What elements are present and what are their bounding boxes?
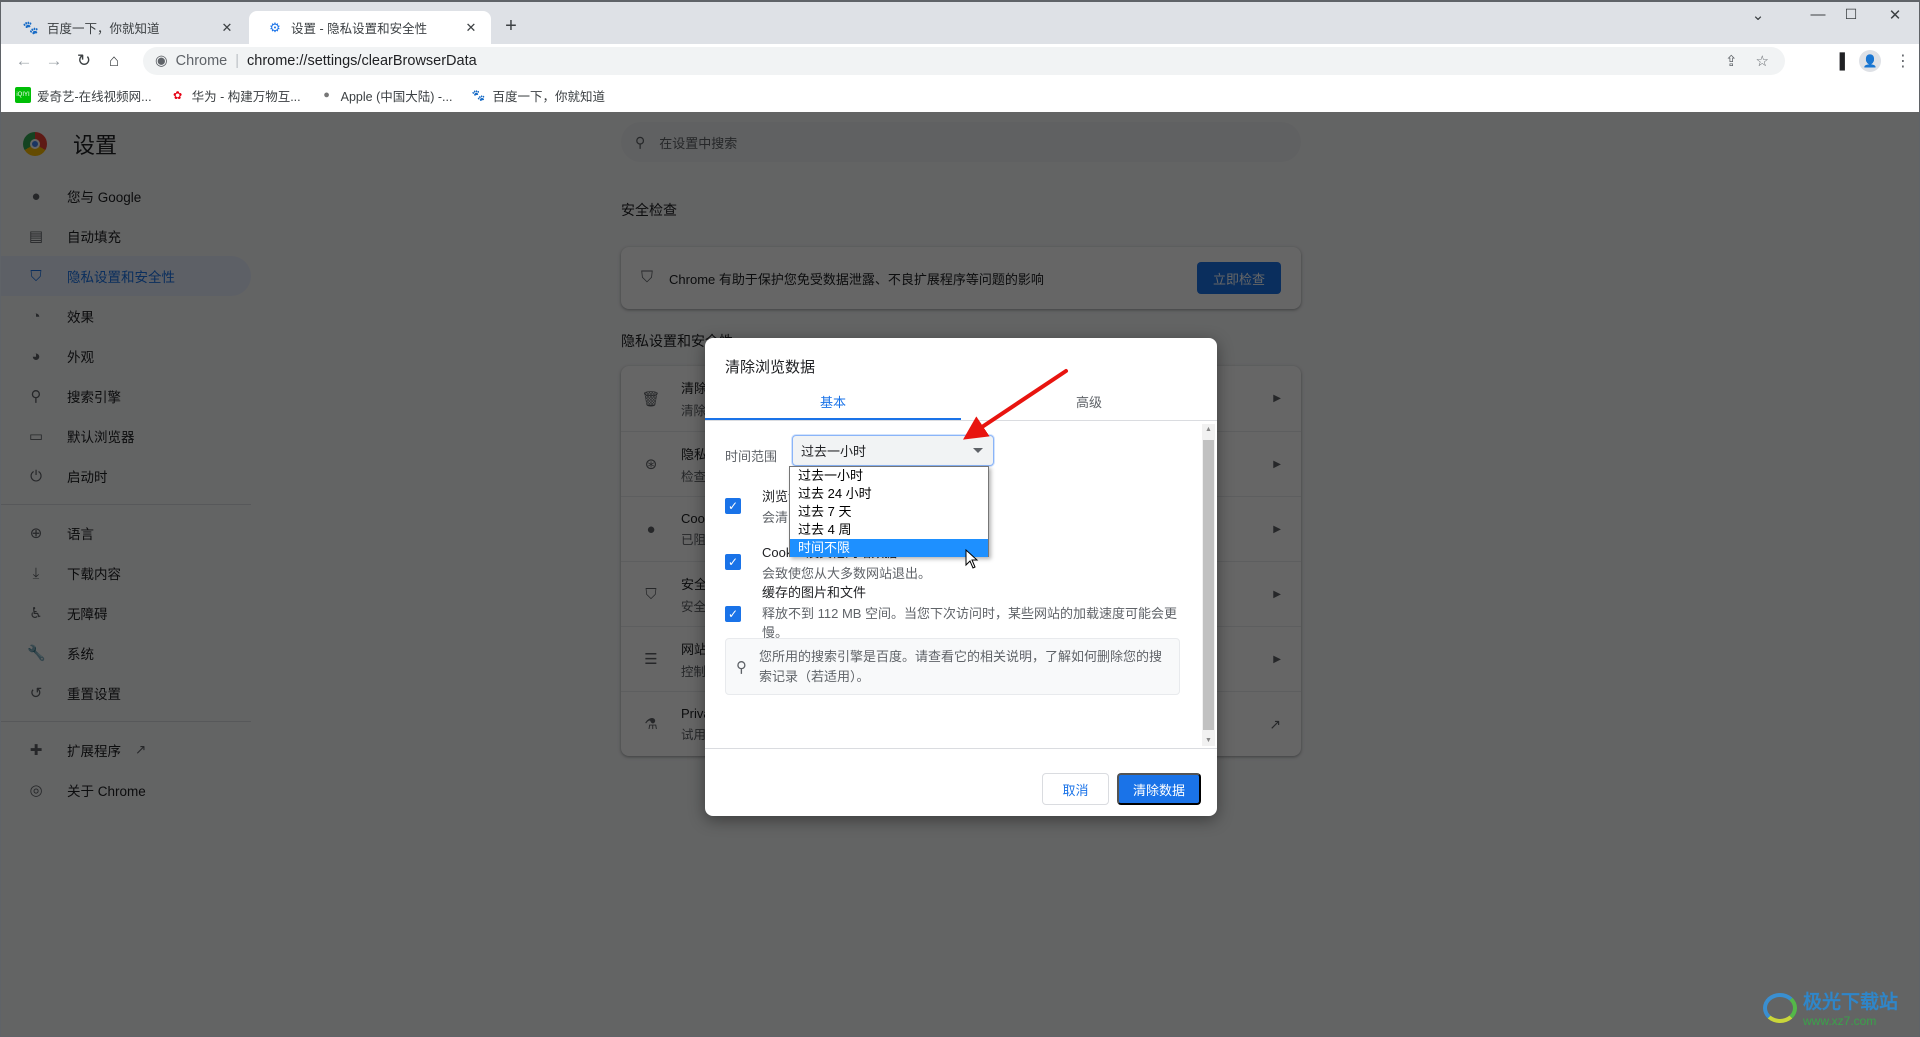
dropdown-caret-icon <box>973 448 983 453</box>
back-button[interactable]: ← <box>9 51 39 71</box>
bookmark-baidu[interactable]: 🐾 百度一下，你就知道 <box>470 86 605 105</box>
tab-settings[interactable]: ⚙ 设置 - 隐私设置和安全性 ✕ <box>249 11 491 44</box>
bookmarks-bar: iQIYI 爱奇艺-在线视频网... ✿ 华为 - 构建万物互... ● App… <box>1 78 1919 112</box>
time-range-value: 过去一小时 <box>801 444 867 459</box>
forward-button[interactable]: → <box>39 51 69 71</box>
tab-basic[interactable]: 基本 <box>705 386 961 420</box>
bookmark-label: 百度一下，你就知道 <box>492 89 605 104</box>
profile-avatar[interactable]: 👤 <box>1859 50 1881 72</box>
menu-kebab-icon[interactable]: ⋮ <box>1895 51 1911 71</box>
new-tab-button[interactable]: + <box>499 15 523 38</box>
iqiyi-icon: iQIYI <box>15 87 31 103</box>
side-panel-icon[interactable]: ▐ <box>1834 53 1845 70</box>
bookmark-star-icon[interactable]: ☆ <box>1756 52 1769 70</box>
apple-icon: ● <box>323 89 330 101</box>
option-last-4-weeks[interactable]: 过去 4 周 <box>790 521 988 539</box>
watermark-logo-icon <box>1763 992 1797 1023</box>
close-tab-icon[interactable]: ✕ <box>219 20 235 36</box>
cancel-button[interactable]: 取消 <box>1042 773 1109 805</box>
bookmark-label: Apple (中国大陆) -... <box>340 89 453 104</box>
dialog-footer: 取消 清除数据 <box>705 748 1217 816</box>
bookmark-huawei[interactable]: ✿ 华为 - 构建万物互... <box>170 86 301 105</box>
tab-advanced[interactable]: 高级 <box>961 386 1217 420</box>
address-bar[interactable]: ◉ Chrome | chrome://settings/clearBrowse… <box>143 47 1785 75</box>
time-range-options-list: 过去一小时 过去 24 小时 过去 7 天 过去 4 周 时间不限 <box>789 466 989 557</box>
bookmark-label: 华为 - 构建万物互... <box>191 89 301 104</box>
tab-strip: 🐾 百度一下，你就知道 ✕ ⚙ 设置 - 隐私设置和安全性 ✕ + ⌄ — ☐ … <box>1 2 1919 44</box>
baidu-paw-icon: 🐾 <box>471 89 486 102</box>
checkbox-row-cache[interactable]: ✓ 缓存的图片和文件释放不到 112 MB 空间。当您下次访问时，某些网站的加载… <box>725 568 1185 642</box>
search-engine-info: ⚲ 您所用的搜索引擎是百度。请查看它的相关说明，了解如何删除您的搜索记录（若适用… <box>725 638 1180 695</box>
reload-button[interactable]: ↻ <box>69 51 99 71</box>
tab-title: 百度一下，你就知道 <box>47 22 160 36</box>
tab-baidu[interactable]: 🐾 百度一下，你就知道 ✕ <box>5 11 247 44</box>
close-tab-icon[interactable]: ✕ <box>463 20 479 36</box>
baidu-paw-icon: 🐾 <box>22 19 40 35</box>
clear-browsing-data-dialog: 清除浏览数据 基本 高级 时间范围 过去一小时 ✓ 浏览记录会清除所有已登录设备… <box>705 338 1217 816</box>
browser-window: 🐾 百度一下，你就知道 ✕ ⚙ 设置 - 隐私设置和安全性 ✕ + ⌄ — ☐ … <box>0 0 1920 1037</box>
time-range-label: 时间范围 <box>725 449 778 464</box>
home-button[interactable]: ⌂ <box>99 51 129 71</box>
checkbox-checked[interactable]: ✓ <box>725 498 741 514</box>
gear-icon: ⚙ <box>269 19 281 35</box>
watermark-title: 极光下载站 <box>1803 992 1899 1013</box>
dialog-tabs: 基本 高级 <box>705 386 1217 421</box>
option-last-hour[interactable]: 过去一小时 <box>790 467 988 485</box>
scroll-down-arrow-icon[interactable]: ▼ <box>1202 737 1215 744</box>
search-icon: ⚲ <box>736 658 747 676</box>
item-title: 缓存的图片和文件 <box>762 585 867 600</box>
close-window-button[interactable]: ✕ <box>1869 6 1919 24</box>
dialog-title: 清除浏览数据 <box>725 359 816 376</box>
bookmark-label: 爱奇艺-在线视频网... <box>37 89 152 104</box>
bookmark-iqiyi[interactable]: iQIYI 爱奇艺-在线视频网... <box>15 86 152 105</box>
tab-title: 设置 - 隐私设置和安全性 <box>291 22 428 36</box>
dialog-scrollbar[interactable]: ▲ ▼ <box>1202 424 1215 746</box>
url-text[interactable]: chrome://settings/clearBrowserData <box>247 53 477 69</box>
chrome-site-icon: ◉ <box>155 53 168 69</box>
share-icon[interactable]: ⇪ <box>1725 52 1738 70</box>
checkbox-checked[interactable]: ✓ <box>725 606 741 622</box>
site-label: Chrome <box>175 53 228 69</box>
item-desc: 释放不到 112 MB 空间。当您下次访问时，某些网站的加载速度可能会更慢。 <box>762 606 1178 640</box>
option-all-time[interactable]: 时间不限 <box>790 539 988 557</box>
watermark: 极光下载站 www.xz7.com <box>1763 987 1898 1028</box>
time-range-select[interactable]: 过去一小时 <box>792 435 994 466</box>
separator: | <box>235 53 240 69</box>
mouse-cursor-icon <box>965 549 979 569</box>
toolbar: ← → ↻ ⌂ ◉ Chrome | chrome://settings/cle… <box>1 44 1919 78</box>
clear-data-button[interactable]: 清除数据 <box>1117 773 1201 805</box>
scrollbar-thumb[interactable] <box>1203 440 1214 730</box>
option-last-24-hours[interactable]: 过去 24 小时 <box>790 485 988 503</box>
option-last-7-days[interactable]: 过去 7 天 <box>790 503 988 521</box>
tab-search-chevron-icon[interactable]: ⌄ <box>1728 6 1788 24</box>
watermark-url: www.xz7.com <box>1803 1014 1877 1028</box>
huawei-icon: ✿ <box>172 89 183 102</box>
info-text: 您所用的搜索引擎是百度。请查看它的相关说明，了解如何删除您的搜索记录（若适用）。 <box>759 648 1163 684</box>
scroll-up-arrow-icon[interactable]: ▲ <box>1202 426 1215 433</box>
bookmark-apple[interactable]: ● Apple (中国大陆) -... <box>319 86 453 105</box>
